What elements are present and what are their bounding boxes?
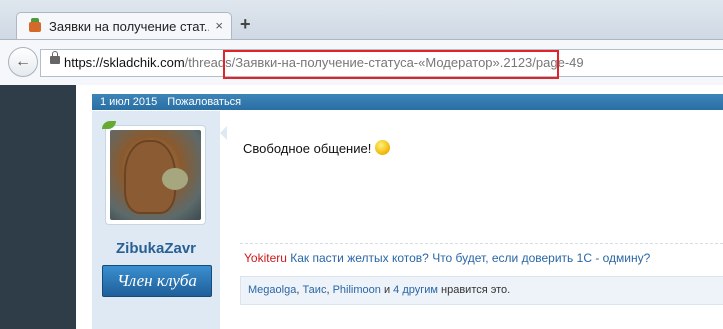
tab-title: Заявки на получение стат...	[49, 19, 209, 34]
message-arrow	[220, 126, 227, 140]
likes-text: Megaolga, Таис, Philimoon и 4 другим нра…	[248, 284, 510, 296]
username[interactable]: ZibukaZavr	[92, 240, 220, 257]
post-message: Свободное общение!	[243, 140, 391, 157]
page-left-background	[0, 85, 76, 329]
likes-suffix: нравится это.	[437, 284, 511, 296]
post-header-bar: 1 июл 2015 Пожаловаться	[92, 94, 723, 110]
post-message-text: Свободное общение!	[243, 141, 372, 156]
avatar-face-shape	[162, 168, 188, 190]
new-tab-button[interactable]: +	[240, 14, 251, 35]
like-user-tais[interactable]: Таис	[302, 284, 326, 296]
likes-separator: и	[380, 284, 394, 296]
tab-close-icon[interactable]: ×	[215, 18, 223, 33]
back-button[interactable]: ←	[8, 47, 38, 77]
url-host: https://skladchik.com	[64, 55, 185, 70]
lock-icon	[50, 51, 60, 64]
browser-tab[interactable]: Заявки на получение стат... ×	[16, 12, 232, 41]
post-date[interactable]: 1 июл 2015	[100, 96, 157, 108]
signature-divider	[240, 243, 723, 244]
site-favicon-icon	[29, 18, 41, 32]
back-arrow-icon: ←	[15, 53, 31, 70]
signature-link[interactable]: Как пасти желтых котов? Что будет, если …	[290, 251, 650, 265]
browser-tab-strip: Заявки на получение стат... × +	[0, 0, 723, 41]
smile-emoji-icon	[375, 140, 391, 156]
avatar[interactable]	[110, 130, 201, 220]
signature: Yokiteru Как пасти желтых котов? Что буд…	[244, 251, 650, 265]
report-link[interactable]: Пожаловаться	[167, 96, 241, 108]
like-user-philimoon[interactable]: Philimoon	[333, 284, 381, 296]
like-user-megaolga[interactable]: Megaolga	[248, 284, 296, 296]
likes-summary: Megaolga, Таис, Philimoon и 4 другим нра…	[240, 276, 723, 305]
avatar-frame[interactable]	[105, 125, 206, 225]
like-others-link[interactable]: 4 другим	[393, 284, 438, 296]
url-highlight-box	[223, 50, 559, 79]
signature-author[interactable]: Yokiteru	[244, 251, 287, 265]
rank-badge: Член клуба	[102, 265, 212, 297]
